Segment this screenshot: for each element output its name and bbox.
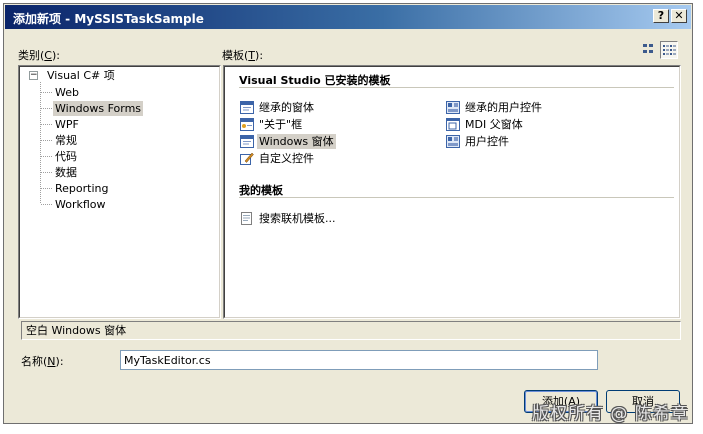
title-bar[interactable]: 添加新项 - MySSISTaskSample ? ✕ <box>5 5 691 29</box>
template-description: 空白 Windows 窗体 <box>21 321 681 340</box>
templates-list[interactable]: Visual Studio 已安装的模板 继承的窗体 "关于"框 Windows 窗… <box>223 65 681 319</box>
close-button[interactable]: ✕ <box>671 9 687 23</box>
template-item[interactable]: 用户控件 <box>446 134 511 149</box>
tree-item[interactable]: Reporting <box>53 181 110 196</box>
templates-label: 模板(T): <box>222 49 264 62</box>
template-label: 用户控件 <box>465 135 509 148</box>
categories-tree[interactable]: − Visual C# 项 Web Windows Forms WPF 常规 代码 数据 R… <box>18 65 221 319</box>
user-control-icon <box>446 101 460 114</box>
small-icons-icon <box>663 45 676 55</box>
small-icons-view-button[interactable] <box>660 41 678 59</box>
template-item[interactable]: "关于"框 <box>240 117 304 132</box>
template-label: 搜索联机模板... <box>259 212 336 225</box>
template-label: MDI 父窗体 <box>465 118 523 131</box>
installed-templates-header: Visual Studio 已安装的模板 <box>239 74 391 87</box>
installed-divider <box>239 87 674 88</box>
tree-item[interactable]: 常规 <box>53 133 79 148</box>
form-icon <box>240 101 254 114</box>
form-icon <box>240 135 254 148</box>
template-label: Windows 窗体 <box>257 134 336 149</box>
watermark: 版权所有 @ 陈希章 <box>532 404 689 424</box>
template-label: 自定义控件 <box>259 152 314 165</box>
template-item[interactable]: 继承的窗体 <box>240 100 316 115</box>
large-icons-view-button[interactable] <box>640 41 658 59</box>
name-label: 名称(N): <box>21 355 64 368</box>
mdi-form-icon <box>446 118 460 131</box>
tree-item[interactable]: Workflow <box>53 197 108 212</box>
template-item[interactable]: 自定义控件 <box>240 151 316 166</box>
template-item[interactable]: 继承的用户控件 <box>446 100 544 115</box>
help-button[interactable]: ? <box>653 9 669 23</box>
tree-item[interactable]: 代码 <box>53 149 79 164</box>
tree-lines <box>40 82 53 205</box>
search-online-icon <box>241 212 252 225</box>
window-title: 添加新项 - MySSISTaskSample <box>13 12 204 26</box>
name-input[interactable] <box>120 350 598 370</box>
template-label: 继承的用户控件 <box>465 101 542 114</box>
template-item[interactable]: 搜索联机模板... <box>240 211 338 226</box>
categories-label: 类别(C): <box>18 49 60 62</box>
template-item[interactable]: Windows 窗体 <box>240 134 336 149</box>
add-new-item-dialog: 添加新项 - MySSISTaskSample ? ✕ 类别(C): 模板(T)… <box>3 3 693 424</box>
tree-root-visual-csharp[interactable]: Visual C# 项 <box>45 68 117 83</box>
user-control-icon <box>446 135 460 148</box>
about-box-icon <box>240 118 254 131</box>
template-item[interactable]: MDI 父窗体 <box>446 117 525 132</box>
template-label: "关于"框 <box>259 118 303 131</box>
my-templates-divider <box>239 197 674 198</box>
tree-item[interactable]: Web <box>53 85 81 100</box>
my-templates-header: 我的模板 <box>239 184 283 197</box>
collapse-toggle[interactable]: − <box>29 71 38 80</box>
custom-control-icon <box>240 152 254 165</box>
tree-item[interactable]: 数据 <box>53 165 79 180</box>
template-label: 继承的窗体 <box>259 101 314 114</box>
large-icons-icon <box>643 44 653 53</box>
tree-item[interactable]: Windows Forms <box>53 101 144 116</box>
tree-item[interactable]: WPF <box>53 117 81 132</box>
